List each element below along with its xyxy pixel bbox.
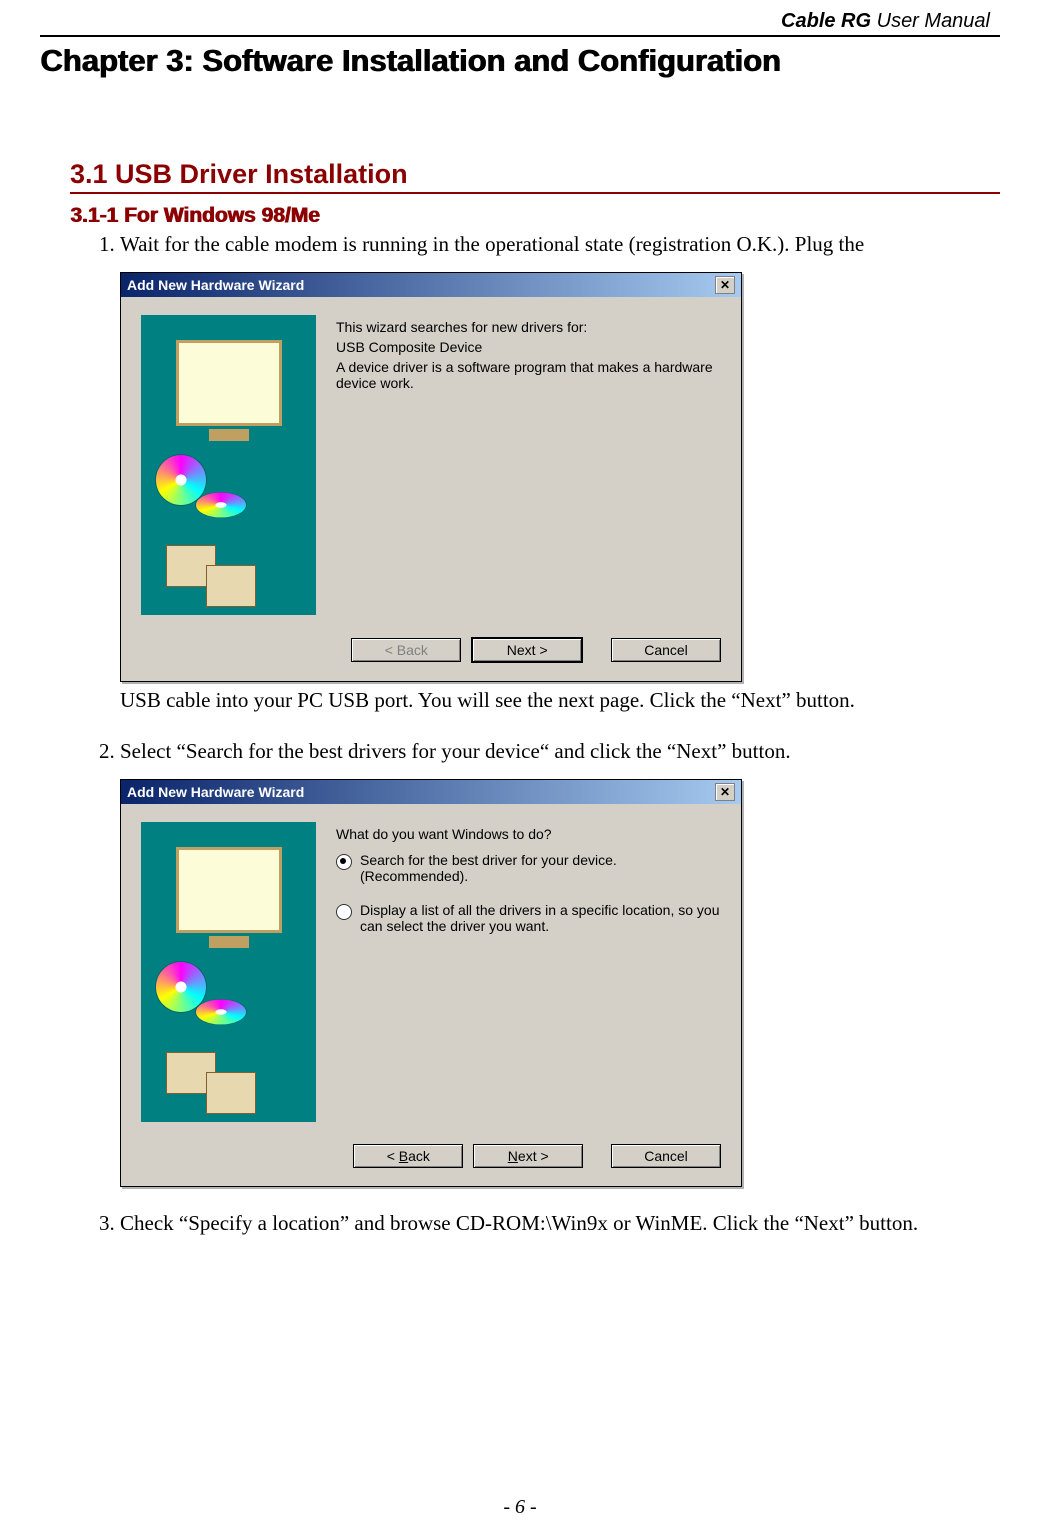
step-1-text-a: Wait for the cable modem is running in t… [120, 230, 970, 258]
wizard-2-titlebar[interactable]: Add New Hardware Wizard ✕ [121, 780, 741, 804]
radio-option-search[interactable]: Search for the best driver for your devi… [336, 852, 721, 884]
step-list: Wait for the cable modem is running in t… [70, 230, 970, 1237]
next-button[interactable]: Next > [471, 637, 583, 663]
wizard-dialog-2: Add New Hardware Wizard ✕ What do you wa… [120, 779, 742, 1187]
wizard-1-line1: This wizard searches for new drivers for… [336, 319, 721, 335]
radio-icon [336, 854, 352, 870]
close-icon[interactable]: ✕ [715, 276, 735, 294]
radio-option-search-label: Search for the best driver for your devi… [360, 852, 721, 884]
back-button: < Back [351, 638, 461, 662]
wizard-1-title: Add New Hardware Wizard [127, 277, 304, 293]
step-3-text: Check “Specify a location” and browse CD… [120, 1209, 970, 1237]
step-2-text: Select “Search for the best drivers for … [120, 737, 970, 765]
radio-option-list[interactable]: Display a list of all the drivers in a s… [336, 902, 721, 934]
brand-text: Cable RG [781, 10, 871, 32]
wizard-dialog-1: Add New Hardware Wizard ✕ This wizard se… [120, 272, 742, 682]
chapter-title: Chapter 3: Software Installation and Con… [40, 43, 1000, 79]
wizard-side-art [141, 315, 316, 615]
back-button[interactable]: < Back [353, 1144, 463, 1168]
page-number: - 6 - [0, 1496, 1040, 1519]
wizard-side-art [141, 822, 316, 1122]
radio-icon [336, 904, 352, 920]
close-icon[interactable]: ✕ [715, 783, 735, 801]
list-item: Select “Search for the best drivers for … [120, 737, 970, 1187]
radio-option-list-label: Display a list of all the drivers in a s… [360, 902, 721, 934]
running-header: Cable RG User Manual [40, 10, 1000, 33]
cancel-button[interactable]: Cancel [611, 1144, 721, 1168]
wizard-1-device: USB Composite Device [336, 339, 721, 355]
next-button[interactable]: Next > [473, 1144, 583, 1168]
section-title: 3.1 USB Driver Installation [70, 159, 1000, 194]
wizard-1-titlebar[interactable]: Add New Hardware Wizard ✕ [121, 273, 741, 297]
header-rule [40, 35, 1000, 37]
list-item: Check “Specify a location” and browse CD… [120, 1209, 970, 1237]
wizard-2-prompt: What do you want Windows to do? [336, 826, 721, 842]
brand-suffix: User Manual [871, 10, 990, 32]
list-item: Wait for the cable modem is running in t… [120, 230, 970, 715]
wizard-1-line2: A device driver is a software program th… [336, 359, 721, 391]
wizard-2-title: Add New Hardware Wizard [127, 784, 304, 800]
step-1-text-b: USB cable into your PC USB port. You wil… [120, 686, 970, 714]
subsection-title: 3.1-1 For Windows 98/Me [70, 204, 1000, 228]
cancel-button[interactable]: Cancel [611, 638, 721, 662]
